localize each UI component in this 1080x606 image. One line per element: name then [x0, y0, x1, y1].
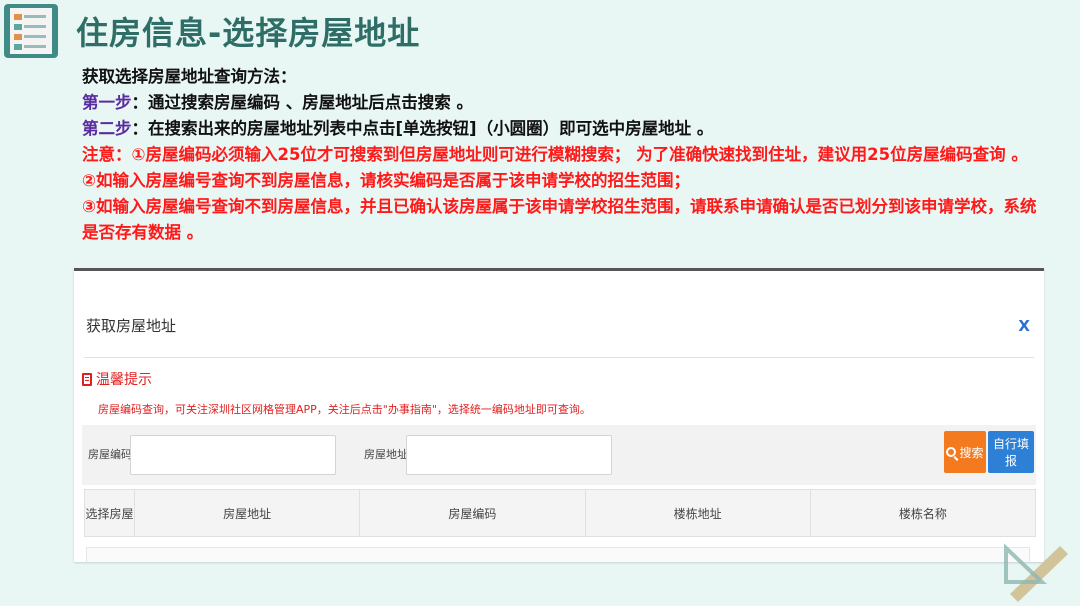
- dialog-title: 获取房屋地址: [86, 317, 177, 335]
- step-one-label: 第一步: [82, 93, 132, 112]
- step-one: 第一步：通过搜索房屋编码 、房屋地址后点击搜索 。: [82, 90, 1042, 116]
- ruler-decoration-icon: [1004, 543, 1068, 602]
- document-logo-icon: [4, 4, 58, 58]
- step-two-text: ：在搜索出来的房屋地址列表中点击[单选按钮]（小圆圈）即可选中房屋地址 。: [131, 119, 714, 138]
- tip-title: 温馨提示: [96, 372, 152, 388]
- instructions-intro: 获取选择房屋地址查询方法：: [82, 67, 297, 86]
- house-code-input[interactable]: [130, 435, 336, 475]
- step-two: 第二步：在搜索出来的房屋地址列表中点击[单选按钮]（小圆圈）即可选中房屋地址 。: [82, 116, 1042, 142]
- note-two: ②如输入房屋编号查询不到房屋信息，请核实编码是否属于该申请学校的招生范围；: [82, 171, 690, 190]
- note-three: ③如输入房屋编号查询不到房屋信息，并且已确认该房屋属于该申请学校招生范围，请联系…: [82, 197, 1037, 242]
- step-one-text: ：通过搜索房屋编码 、房屋地址后点击搜索 。: [131, 93, 474, 112]
- tip-header: 温馨提示: [82, 369, 152, 389]
- search-icon: [946, 447, 957, 457]
- column-header-code: 房屋编码: [360, 490, 586, 536]
- house-code-label: 房屋编码: [88, 448, 132, 461]
- column-header-select: 选择房屋: [85, 490, 135, 536]
- instructions: 获取选择房屋地址查询方法： 第一步：通过搜索房屋编码 、房屋地址后点击搜索 。 …: [82, 64, 1042, 246]
- column-header-building-address: 楼栋地址: [586, 490, 811, 536]
- notice-icon: [82, 372, 92, 386]
- step-two-label: 第二步: [82, 119, 132, 138]
- get-address-dialog: 获取房屋地址 X 温馨提示 房屋编码查询，可关注深圳社区网格管理APP，关注后点…: [74, 268, 1044, 562]
- self-fill-button[interactable]: 自行填报: [988, 431, 1034, 473]
- results-table-header: 选择房屋 房屋地址 房屋编码 楼栋地址 楼栋名称: [84, 489, 1036, 537]
- search-button-label: 搜索: [959, 445, 984, 460]
- search-button[interactable]: 搜索: [944, 431, 986, 473]
- title-divider: [84, 357, 1034, 358]
- results-table-body: [86, 547, 1030, 562]
- close-icon[interactable]: X: [1018, 317, 1030, 335]
- slide-title: 住房信息-选择房屋地址: [76, 14, 421, 52]
- house-address-input[interactable]: [406, 435, 612, 475]
- search-form: 房屋编码 房屋地址 搜索 自行填报: [82, 425, 1036, 485]
- house-address-label: 房屋地址: [364, 448, 408, 461]
- note-one: 注意：①房屋编码必须输入25位才可搜索到但房屋地址则可进行模糊搜索； 为了准确快…: [82, 145, 1028, 164]
- column-header-address: 房屋地址: [135, 490, 361, 536]
- column-header-building-name: 楼栋名称: [898, 506, 947, 521]
- tip-text: 房屋编码查询，可关注深圳社区网格管理APP，关注后点击"办事指南"，选择统一编码…: [98, 403, 591, 416]
